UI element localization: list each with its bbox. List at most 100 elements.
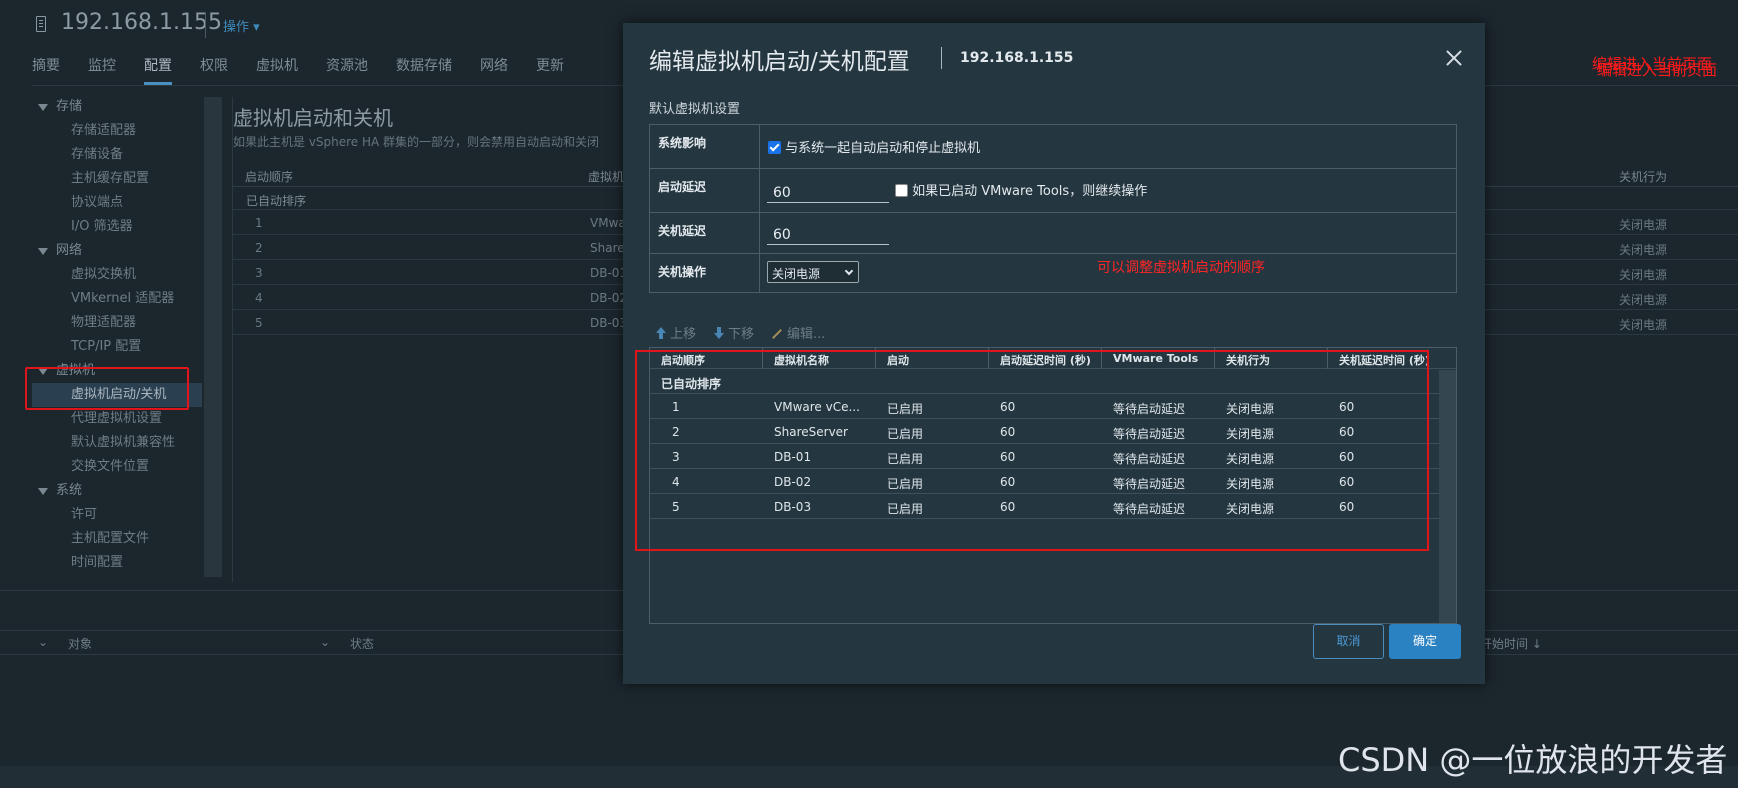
tab-configure[interactable]: 配置 [144,55,172,85]
tree-item-physical-adapters[interactable]: 物理适配器 [36,311,201,335]
tools-continue-checkbox[interactable] [895,184,908,197]
shutdown-delay-input[interactable]: 60 [767,219,889,245]
setting-label: 关机延迟 [650,213,760,253]
default-settings-table: 系统影响 与系统一起自动启动和停止虚拟机 启动延迟 60 如果已启动 VMwar… [649,124,1457,293]
arrow-down-icon [713,327,725,339]
tree-item-storage-adapters[interactable]: 存储适配器 [36,119,201,143]
tree-item-virtual-switches[interactable]: 虚拟交换机 [36,263,201,287]
annotation-highlight-box [635,350,1429,551]
order-cell: 2 [255,241,263,255]
vm-cell: DB-01 [590,266,628,280]
tab-permissions[interactable]: 权限 [200,55,228,85]
move-down-button[interactable]: 下移 [713,323,754,342]
move-up-button[interactable]: 上移 [655,323,696,342]
startup-delay-input[interactable]: 60 [767,177,889,203]
caret-down-icon [38,248,48,255]
header-divider [205,12,206,38]
tools-continue-option[interactable]: 如果已启动 VMware Tools，则继续操作 [895,180,1147,199]
arrow-up-icon [655,327,667,339]
vm-cell: VMwa [590,216,626,230]
tree-scrollbar[interactable] [204,97,222,577]
host-title: 192.168.1.155 [61,10,222,35]
close-icon[interactable] [1443,47,1465,69]
edit-button[interactable]: 编辑... [771,323,825,342]
setting-row-startup-delay: 启动延迟 60 如果已启动 VMware Tools，则继续操作 [650,169,1456,213]
caret-down-icon [38,104,48,111]
tab-datastores[interactable]: 数据存储 [396,55,452,85]
tree-item-io-filters[interactable]: I/O 筛选器 [36,215,201,239]
tree-item-time-config[interactable]: 时间配置 [36,551,201,575]
tab-resource-pools[interactable]: 资源池 [326,55,368,85]
page-subtitle: 如果此主机是 vSphere HA 群集的一部分，则会禁用自动启动和关闭 [233,135,600,149]
annotation-note: 可以调整虚拟机启动的顺序 [1097,260,1265,276]
edit-startup-dialog: 编辑虚拟机启动/关机配置 192.168.1.155 默认虚拟机设置 系统影响 … [623,23,1485,684]
tab-updates[interactable]: 更新 [536,55,564,85]
shutdown-cell: 关闭电源 [1619,293,1668,307]
setting-label: 系统影响 [650,125,760,168]
shutdown-cell: 关闭电源 [1619,268,1668,282]
column-header[interactable]: 开始时间 ↓ [1480,635,1542,652]
order-cell: 4 [255,291,263,305]
pencil-icon [772,329,782,339]
column-header[interactable]: 对象 [68,635,92,652]
setting-row-system: 系统影响 与系统一起自动启动和停止虚拟机 [650,125,1456,169]
tree-item-host-profile[interactable]: 主机配置文件 [36,527,201,551]
tree-item-swap-file-location[interactable]: 交换文件位置 [36,455,201,479]
setting-row-shutdown-delay: 关机延迟 60 [650,213,1456,254]
host-server-icon [36,16,46,32]
annotation-note-shadow: 编辑进入当前页面 [1597,61,1718,79]
tree-group-label: 系统 [56,483,83,498]
tools-continue-label: 如果已启动 VMware Tools，则继续操作 [912,184,1148,199]
move-down-label: 下移 [728,327,755,342]
move-up-label: 上移 [670,327,697,342]
tree-item-agent-vm-settings[interactable]: 代理虚拟机设置 [36,407,201,431]
column-header[interactable]: 关机行为 [1619,168,1667,185]
ok-button[interactable]: 确定 [1389,624,1461,659]
tree-group-storage[interactable]: 存储 [36,95,201,119]
tree-item-licensing[interactable]: 许可 [36,503,201,527]
tab-monitor[interactable]: 监控 [88,55,116,85]
tree-item-default-vm-compat[interactable]: 默认虚拟机兼容性 [36,431,201,455]
order-cell: 1 [255,216,263,230]
shutdown-cell: 关闭电源 [1619,243,1668,257]
tree-item-tcpip-config[interactable]: TCP/IP 配置 [36,335,201,359]
tab-summary[interactable]: 摘要 [32,55,60,85]
title-divider [941,47,942,69]
column-header[interactable]: 状态 [350,635,374,652]
watermark: CSDN @一位放浪的开发者 [1338,741,1728,779]
host-tabs: 摘要 监控 配置 权限 虚拟机 资源池 数据存储 网络 更新 [32,55,592,85]
order-cell: 3 [255,266,263,280]
config-tree: 存储 存储适配器 存储设备 主机缓存配置 协议端点 I/O 筛选器 网络 虚拟交… [32,95,202,575]
chevron-down-icon [844,266,854,276]
column-header[interactable]: 虚拟机 [588,168,624,185]
tree-group-label: 网络 [56,243,83,258]
cancel-button[interactable]: 取消 [1313,624,1384,659]
select-value: 关闭电源 [772,267,821,281]
actions-menu[interactable]: 操作 ▾ [223,16,260,35]
dialog-host: 192.168.1.155 [960,50,1074,66]
vm-cell: DB-02 [590,291,628,305]
shutdown-cell: 关闭电源 [1619,318,1668,332]
shutdown-cell: 关闭电源 [1619,218,1668,232]
column-header[interactable]: 启动顺序 [245,168,293,185]
annotation-highlight-box [25,367,189,410]
tab-networks[interactable]: 网络 [480,55,508,85]
edit-label: 编辑... [787,327,826,342]
grid-scrollbar[interactable] [1439,370,1456,623]
tree-item-vmkernel-adapters[interactable]: VMkernel 适配器 [36,287,201,311]
auto-start-checkbox[interactable] [768,141,781,154]
setting-label: 关机操作 [650,254,760,292]
tree-group-label: 存储 [56,99,83,114]
chevron-down-icon[interactable]: ⌄ [38,635,48,649]
caret-down-icon [38,488,48,495]
tree-item-protocol-endpoints[interactable]: 协议端点 [36,191,201,215]
chevron-down-icon[interactable]: ⌄ [320,635,330,649]
tab-vms[interactable]: 虚拟机 [256,55,298,85]
tree-group-network[interactable]: 网络 [36,239,201,263]
tree-item-storage-devices[interactable]: 存储设备 [36,143,201,167]
auto-start-option[interactable]: 与系统一起自动启动和停止虚拟机 [768,137,980,156]
vm-cell: DB-03 [590,316,628,330]
tree-item-host-cache[interactable]: 主机缓存配置 [36,167,201,191]
shutdown-action-select[interactable]: 关闭电源 [767,261,859,283]
tree-group-system[interactable]: 系统 [36,479,201,503]
